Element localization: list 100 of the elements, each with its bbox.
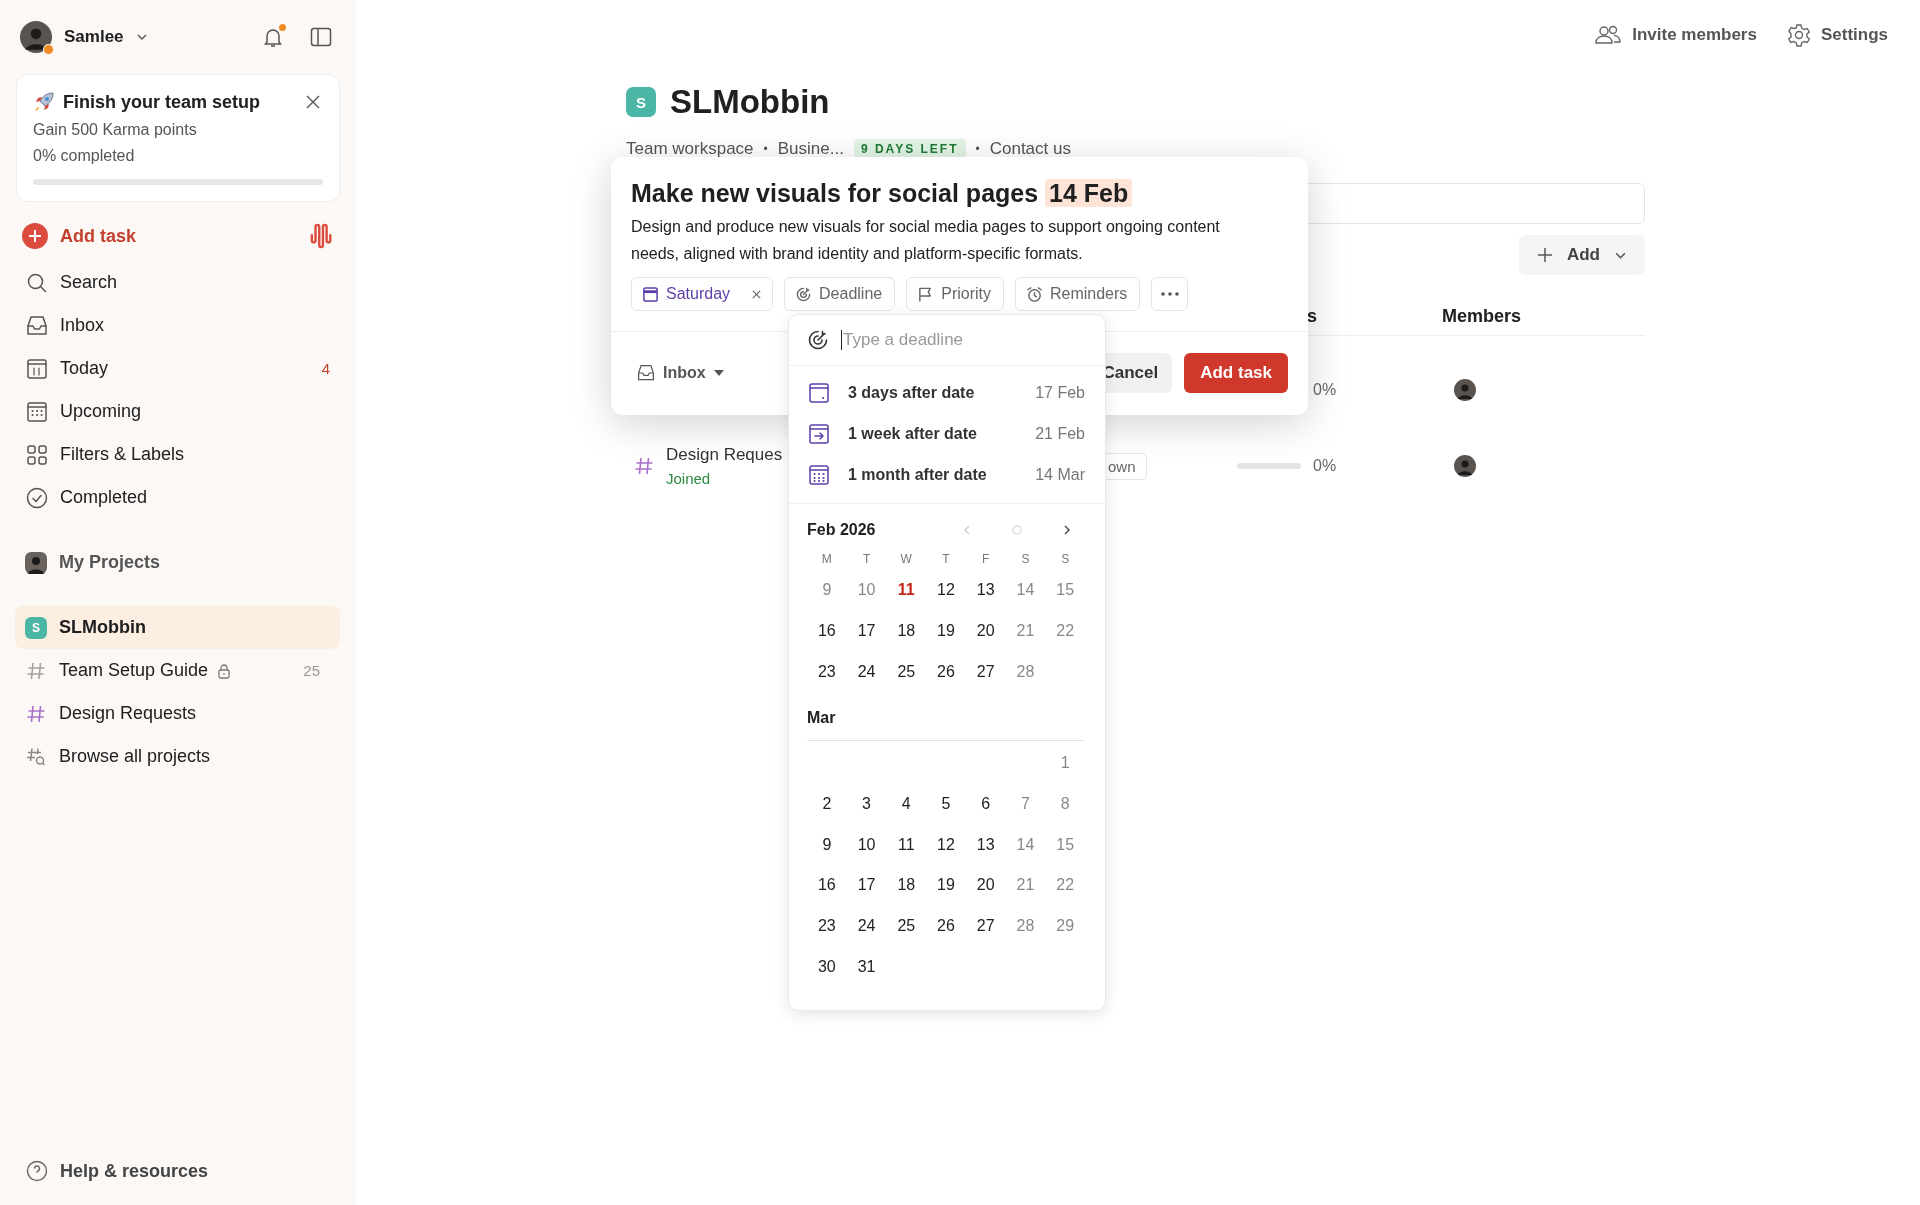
project-item[interactable]: Browse all projects [15,735,340,778]
calendar-day[interactable]: 9 [807,824,847,866]
add-task-button[interactable]: Add task [22,223,137,249]
nav-item[interactable]: Search [0,261,356,304]
calendar-day[interactable]: 27 [965,905,1006,947]
option-chip[interactable]: Deadline [784,277,896,311]
calendar-day[interactable]: 16 [807,610,847,652]
calendar-day[interactable]: 25 [886,651,927,693]
menu-option[interactable]: 1 week after date 21 Feb [789,413,1105,454]
calendar-day[interactable]: 25 [886,905,927,947]
calendar-day[interactable]: 17 [846,610,887,652]
calendar-icon [642,285,659,303]
invite-members-button[interactable]: Invite members [1594,24,1757,46]
project-item[interactable]: Team Setup Guide 25 [15,649,340,692]
calendar-day[interactable]: 30 [807,946,847,988]
column-header: s [1306,305,1318,327]
calendar-day[interactable]: 6 [965,783,1006,825]
project-item[interactable]: Design Requests [15,692,340,735]
calendar-day[interactable]: 7 [1005,783,1046,825]
calendar-day[interactable]: 27 [965,651,1006,693]
user-menu-button[interactable]: Samlee [20,21,148,53]
calendar-day[interactable]: 24 [846,905,887,947]
option-chip[interactable]: Reminders [1015,277,1141,311]
calendar-day[interactable]: 19 [926,865,966,906]
calendar-day[interactable]: 16 [807,865,847,906]
calendar-day[interactable]: 18 [886,610,927,652]
grid-squares-icon [26,443,48,466]
calendar-day[interactable]: 14 [1005,570,1046,611]
weekday-label: W [899,552,913,566]
calendar-day[interactable]: 13 [965,570,1006,611]
calendar-day[interactable]: 18 [886,865,927,906]
calendar-day[interactable]: 5 [926,783,966,825]
calendar-day[interactable]: 12 [926,824,966,866]
calendar-day[interactable]: 23 [807,905,847,947]
calendar-day[interactable]: 10 [846,570,887,611]
breadcrumb-link[interactable]: Busine... [777,139,844,159]
breadcrumb-link[interactable]: Contact us [989,139,1071,159]
calendar-day[interactable]: 24 [846,651,887,693]
avatar-silhouette-icon [25,551,47,574]
weekday-label: S [1060,552,1071,566]
project-badge: S [626,87,656,117]
add-button[interactable]: Add [1518,235,1645,275]
calendar-day[interactable]: 22 [1045,865,1085,906]
calendar-day-icon [26,357,48,380]
task-title[interactable]: Make new visuals for social pages 14 Feb [631,177,1288,209]
calendar-day[interactable]: 11 [886,824,927,866]
more-button[interactable] [1151,277,1189,311]
calendar-day[interactable]: 28 [1005,651,1046,693]
calendar-day[interactable]: 23 [807,651,847,693]
calendar-day[interactable]: 2 [807,783,847,825]
calendar-day[interactable]: 12 [926,570,966,611]
calendar-day[interactable]: 14 [1005,824,1046,866]
calendar-day[interactable]: 15 [1045,570,1085,611]
calendar-day[interactable]: 19 [926,610,966,652]
calendar-day[interactable]: 21 [1005,610,1046,652]
calendar-day[interactable]: 17 [846,865,887,906]
calendar-day[interactable]: 31 [846,946,887,988]
calendar-grid-icon [808,463,830,486]
people-icon [1594,24,1623,46]
breadcrumb-link[interactable]: Team workspace [626,139,754,159]
project-name[interactable]: Design Reques [666,445,783,465]
calendar-day[interactable]: 26 [926,905,966,947]
nav-item[interactable]: Upcoming [0,390,356,433]
calendar-day[interactable]: 8 [1045,783,1085,825]
help-link[interactable]: Help & resources [0,1151,356,1191]
calendar-day[interactable]: 4 [886,783,927,825]
calendar-day[interactable]: 22 [1045,610,1085,652]
calendar-grid-icon [26,400,48,423]
inbox-tray-icon [637,364,655,382]
calendar-day[interactable]: 20 [965,610,1006,652]
calendar-day[interactable]: 3 [846,783,887,825]
workspace-badge: S [25,616,47,639]
calendar-day[interactable]: 26 [926,651,966,693]
nav-item[interactable]: Today 4 [0,347,356,390]
calendar-day[interactable]: 29 [1045,905,1085,947]
nav-item[interactable]: Filters & Labels [0,433,356,476]
calendar-day[interactable]: 20 [965,865,1006,906]
calendar-day[interactable]: 9 [807,570,847,611]
add-task-button[interactable]: Add task [1184,353,1288,393]
avatar-silhouette-icon [1454,379,1476,401]
settings-button[interactable]: Settings [1786,23,1888,47]
task-description[interactable]: Design and produce new visuals for social media pages to support ongoing content needs, aligned with brand identity and platform-specific formats. [631,213,1288,267]
calendar-day[interactable]: 10 [846,824,887,866]
calendar-day[interactable]: 28 [1005,905,1046,947]
project-item[interactable]: S SLMobbin [15,606,340,649]
date-chip[interactable]: Saturday [631,277,774,311]
calendar-day[interactable]: 15 [1045,824,1085,866]
waveform-icon[interactable] [310,222,334,250]
calendar-day[interactable]: 11 [886,570,927,611]
calendar-day[interactable]: 1 [1045,743,1085,784]
calendar-day[interactable]: 21 [1005,865,1046,906]
more-dots-icon [1160,292,1179,296]
nav-item[interactable]: Inbox [0,304,356,347]
clear-icon[interactable] [751,288,763,300]
calendar-day[interactable]: 13 [965,824,1006,866]
project-picker[interactable]: Inbox [631,364,724,382]
my-projects-link[interactable]: My Projects [0,541,356,584]
option-chip[interactable]: Priority [906,277,1004,311]
alarm-clock-icon [1026,285,1043,303]
nav-item[interactable]: Completed [0,476,356,519]
